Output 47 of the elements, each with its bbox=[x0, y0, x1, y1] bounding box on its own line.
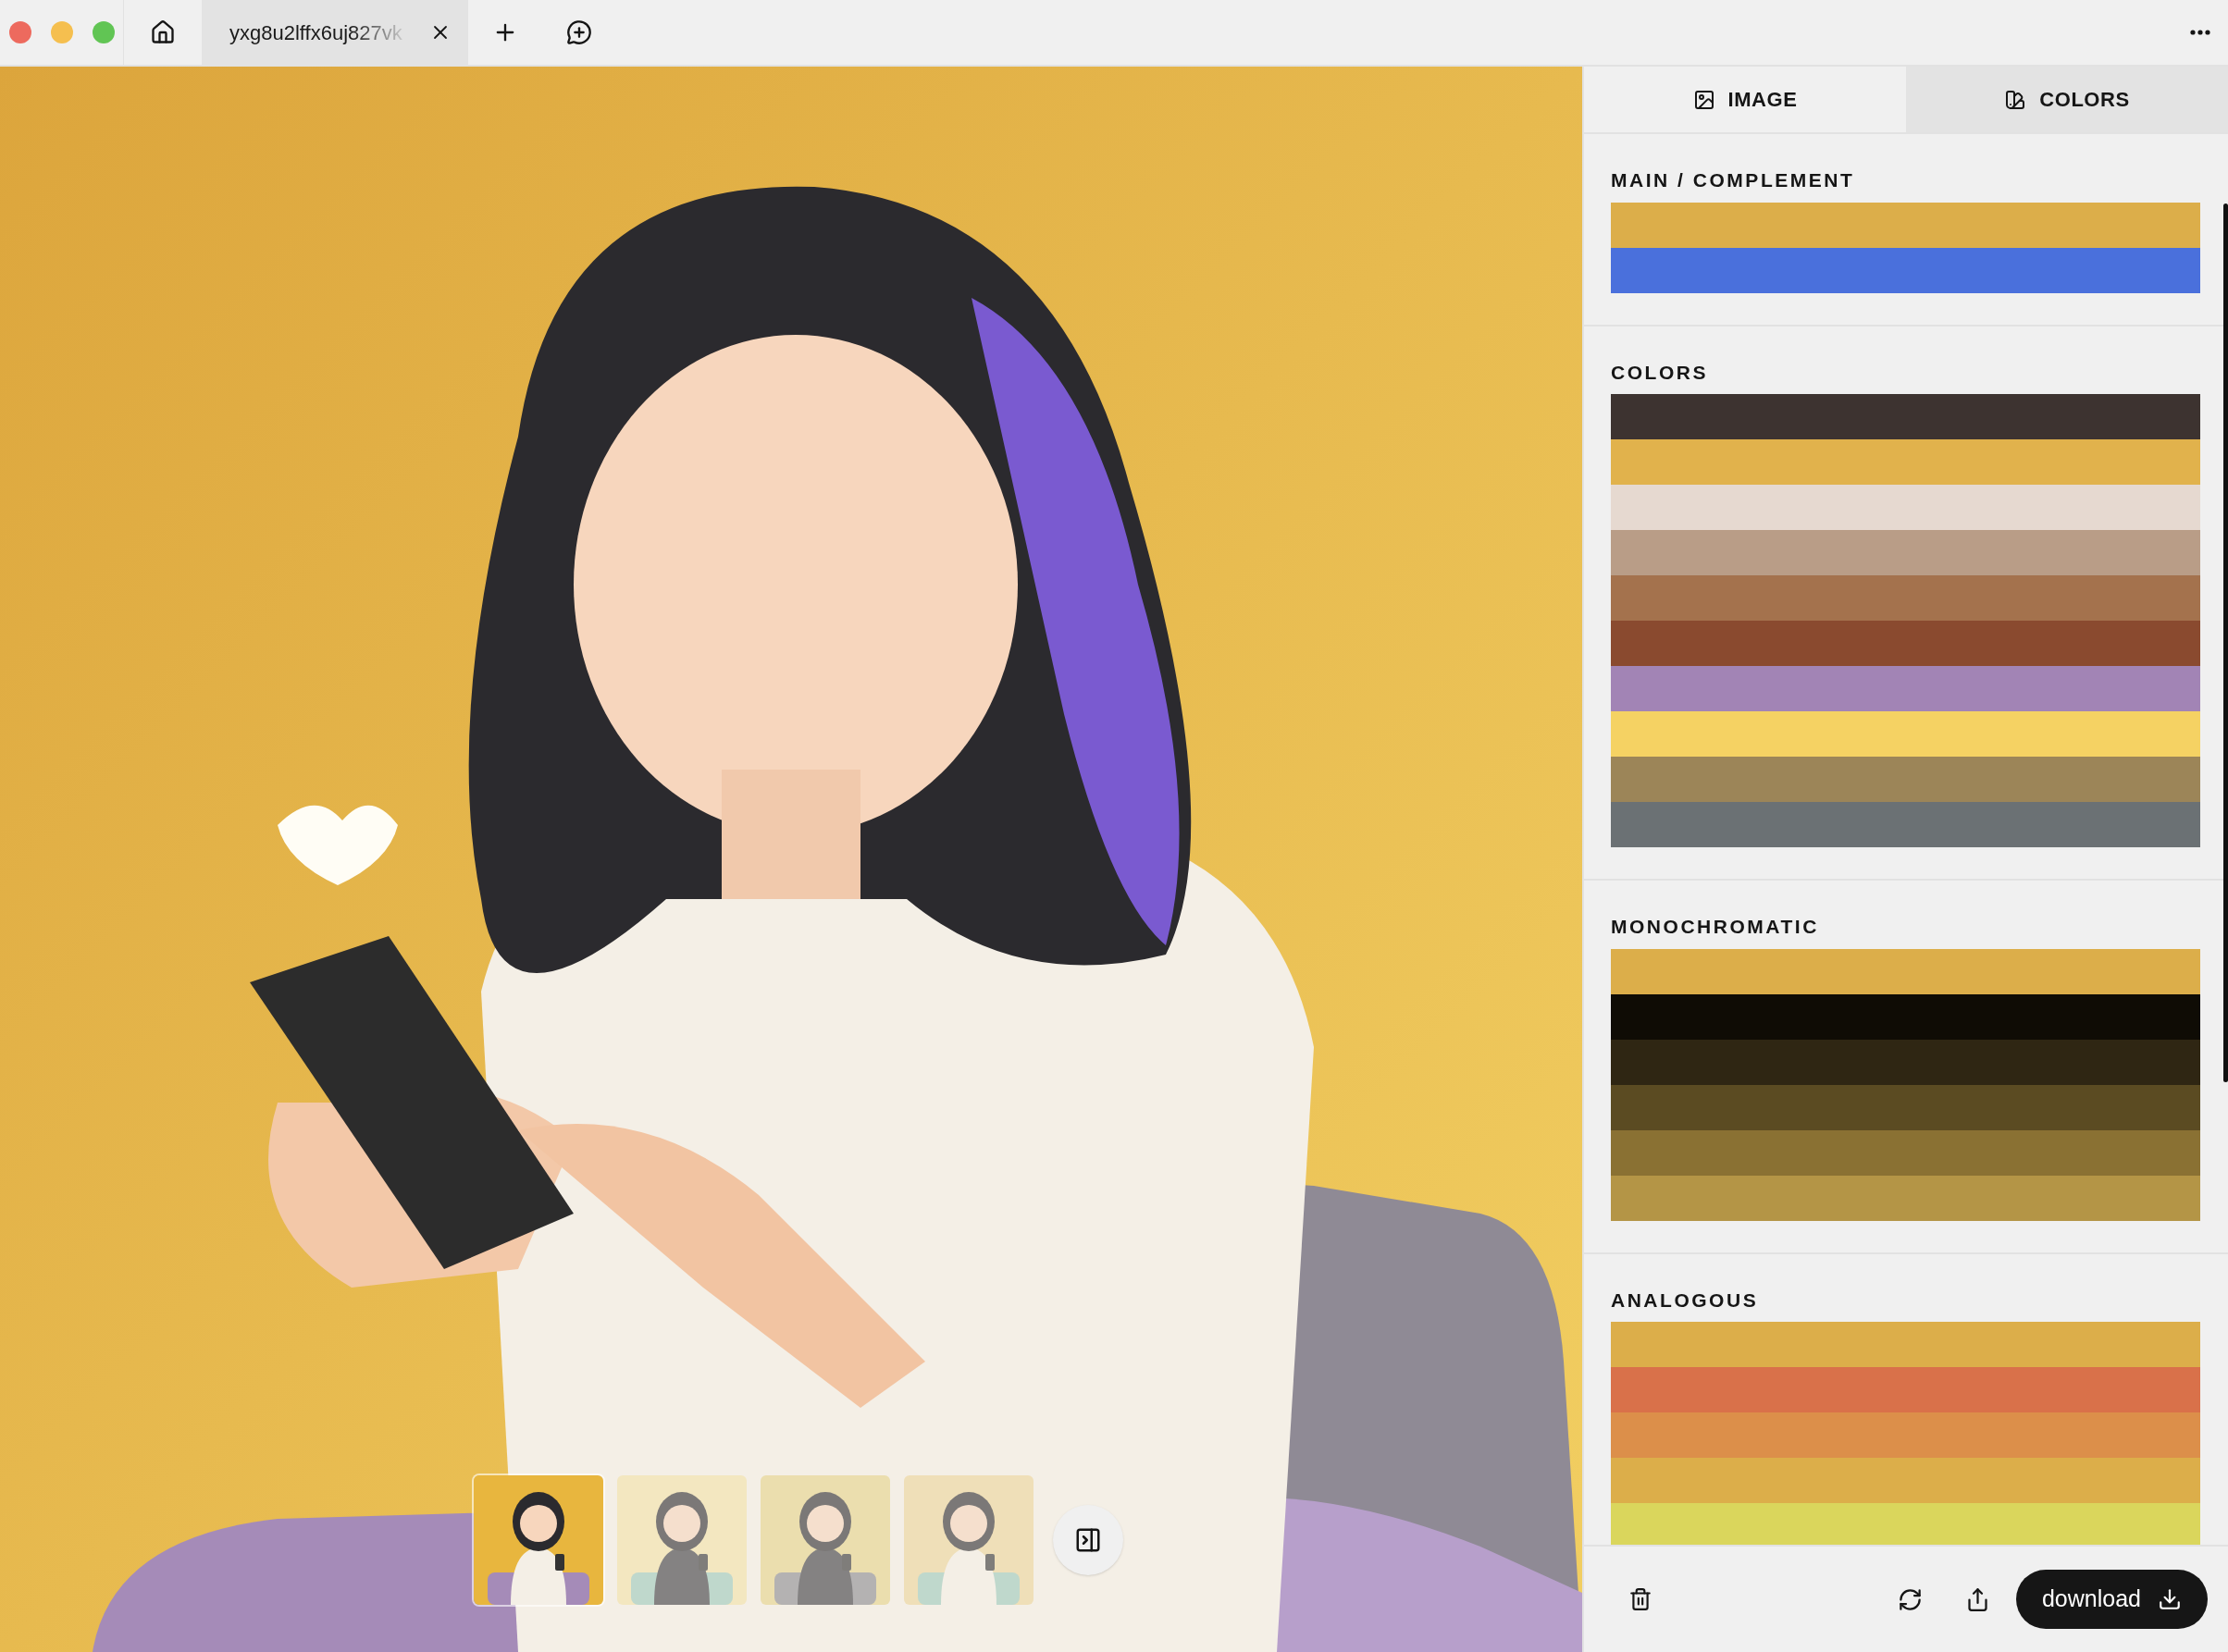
color-swatch[interactable] bbox=[1611, 247, 2200, 293]
section-title: MONOCHROMATIC bbox=[1611, 915, 1820, 939]
color-swatch[interactable] bbox=[1611, 1412, 2200, 1458]
color-swatch[interactable] bbox=[1611, 394, 2200, 439]
section-title: COLORS bbox=[1611, 360, 1709, 385]
color-swatch[interactable] bbox=[1611, 621, 2200, 666]
thumbnail[interactable] bbox=[904, 1475, 1034, 1605]
color-swatch[interactable] bbox=[1611, 485, 2200, 530]
more-icon bbox=[2190, 30, 2210, 35]
color-swatch[interactable] bbox=[1611, 1129, 2200, 1176]
panel-tab[interactable]: COLORS bbox=[1906, 67, 2228, 132]
color-swatch[interactable] bbox=[1611, 757, 2200, 802]
color-swatch[interactable] bbox=[1611, 1175, 2200, 1221]
image-icon bbox=[1692, 88, 1715, 111]
thumbnail[interactable] bbox=[761, 1475, 890, 1605]
color-swatch[interactable] bbox=[1611, 948, 2200, 994]
color-swatch[interactable] bbox=[1611, 1084, 2200, 1130]
color-swatch[interactable] bbox=[1611, 1039, 2200, 1085]
panel-icon bbox=[1074, 1526, 1102, 1554]
download-icon bbox=[2158, 1587, 2182, 1611]
color-swatch[interactable] bbox=[1611, 802, 2200, 847]
browser-tab[interactable]: yxg8u2lffx6uj827vk bbox=[202, 0, 468, 65]
color-swatch[interactable] bbox=[1611, 575, 2200, 621]
swatch-book-icon bbox=[2004, 88, 2027, 111]
chat-plus-icon bbox=[566, 19, 592, 45]
color-swatch[interactable] bbox=[1611, 666, 2200, 711]
minimize-window-button[interactable] bbox=[50, 21, 73, 43]
section-title: ANALOGOUS bbox=[1611, 1288, 1760, 1313]
trash-icon bbox=[1628, 1587, 1652, 1611]
color-swatch[interactable] bbox=[1611, 1503, 2200, 1545]
color-swatch[interactable] bbox=[1611, 202, 2200, 248]
refresh-icon bbox=[1897, 1586, 1923, 1612]
maximize-window-button[interactable] bbox=[92, 21, 115, 43]
color-swatch[interactable] bbox=[1611, 530, 2200, 575]
color-swatch[interactable] bbox=[1611, 1322, 2200, 1367]
download-button[interactable]: download bbox=[2015, 1570, 2208, 1629]
thumbnail[interactable] bbox=[474, 1475, 603, 1605]
home-icon bbox=[150, 19, 176, 45]
section-title: MAIN / COMPLEMENT bbox=[1611, 168, 1856, 192]
scrollbar[interactable] bbox=[2223, 203, 2228, 1082]
close-window-button[interactable] bbox=[8, 21, 31, 43]
color-swatch[interactable] bbox=[1611, 1367, 2200, 1412]
color-swatch[interactable] bbox=[1611, 711, 2200, 757]
thumbnail[interactable] bbox=[617, 1475, 747, 1605]
color-swatch[interactable] bbox=[1611, 1458, 2200, 1503]
color-swatch[interactable] bbox=[1611, 993, 2200, 1040]
color-swatch[interactable] bbox=[1611, 439, 2200, 485]
